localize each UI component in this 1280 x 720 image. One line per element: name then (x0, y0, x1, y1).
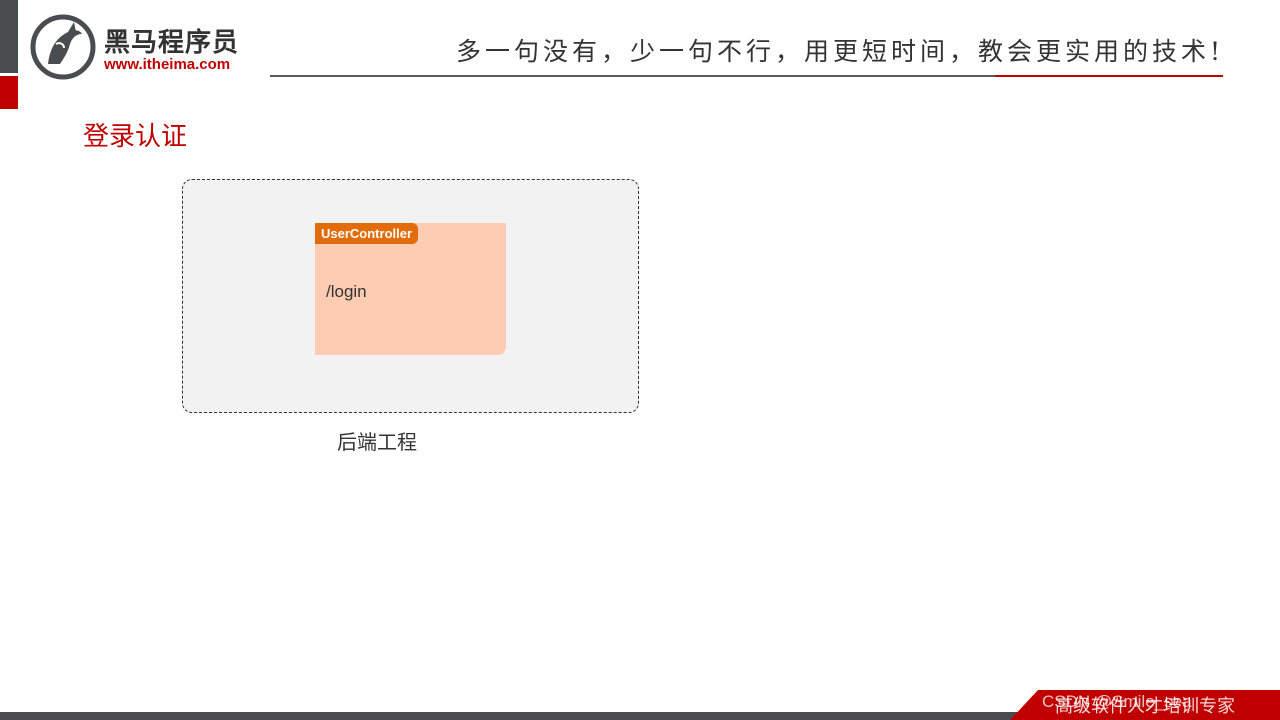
logo-name: 黑马程序员 (104, 28, 240, 58)
backend-project-label: 后端工程 (337, 430, 417, 454)
logo-url: www.itheima.com (104, 56, 231, 73)
csdn-watermark: CSDN @Smile_sea (1042, 692, 1192, 711)
header-slogan: 多一句没有，少一句不行，用更短时间，教会更实用的技术! (455, 37, 1224, 66)
header-divider-accent (995, 75, 1223, 77)
page-title: 登录认证 (83, 122, 188, 152)
left-accent-bar-gray (0, 0, 18, 73)
horse-logo-icon (30, 14, 96, 80)
user-controller-tag: UserController (315, 223, 419, 244)
left-accent-bar-red (0, 76, 18, 109)
brand-logo: 黑马程序员 www.itheima.com (30, 14, 280, 80)
login-endpoint-label: /login (326, 282, 367, 301)
